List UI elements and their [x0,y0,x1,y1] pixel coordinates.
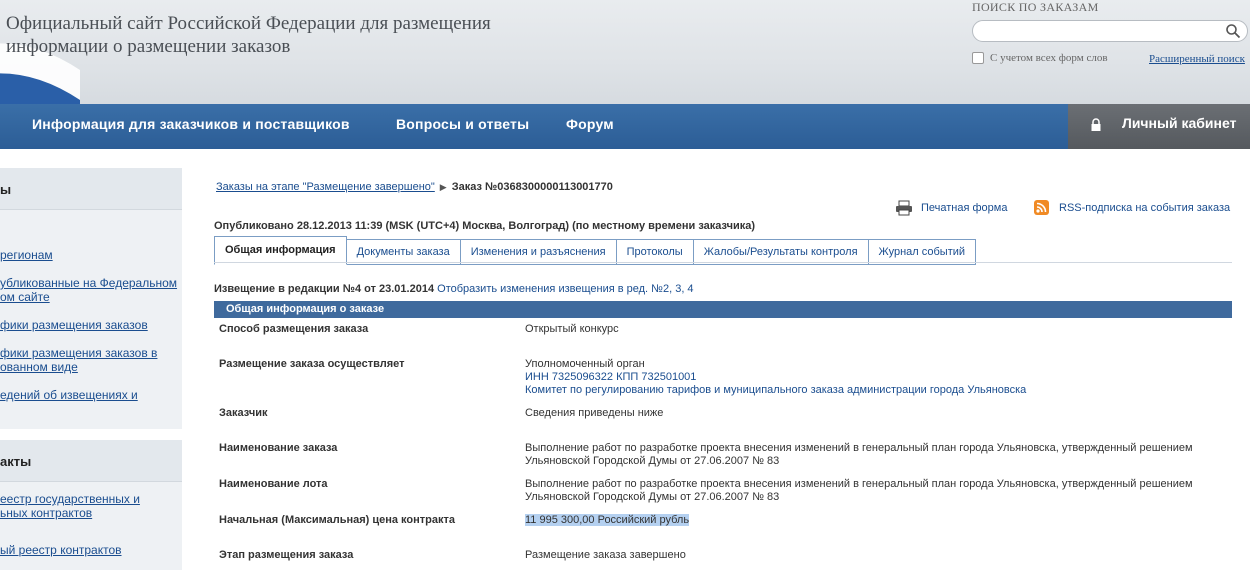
field-label-organizer: Размещение заказа осуществляет [219,358,405,370]
published-date: Опубликовано 28.12.2013 11:39 (MSK (UTC+… [214,220,756,232]
search-title: ПОИСК ПО ЗАКАЗАМ [972,0,1099,14]
nav-item-info[interactable]: Информация для заказчиков и поставщиков [32,104,350,149]
field-value-stage: Размещение заказа завершено [525,549,686,561]
tab-bar: Общая информация Документы заказа Измене… [214,236,977,265]
sidebar-link-schedules[interactable]: фики размещения заказов [0,318,182,332]
edition-changes-link[interactable]: Отобразить изменения извещения в ред. №2… [437,283,693,295]
sidebar-link-contract-registry[interactable]: еестр государственных и ьных контрактов [0,492,182,520]
search-box[interactable] [972,20,1248,42]
breadcrumb-current: Заказ №0368300000113001770 [451,181,613,193]
main-nav: Информация для заказчиков и поставщиков … [0,104,1250,149]
field-value-lot-name: Выполнение работ по разработке проекта в… [525,478,1193,503]
search-icon[interactable] [1225,23,1241,39]
breadcrumb-parent-link[interactable]: Заказы на этапе "Размещение завершено" [216,181,435,193]
field-label-price: Начальная (Максимальная) цена контракта [219,514,456,526]
advanced-search-link[interactable]: Расширенный поиск [1149,53,1245,65]
tabs-divider [214,262,1232,263]
personal-cabinet-button[interactable]: Личный кабинет [1068,104,1250,149]
field-value-order-name: Выполнение работ по разработке проекта в… [525,442,1193,467]
field-label-order-name: Наименование заказа [219,442,338,454]
edition-text: Извещение в редакции №4 от 23.01.2014 [214,283,435,295]
field-value-organizer: Уполномоченный орган ИНН 7325096322 КПП … [525,358,1225,397]
nav-item-faq[interactable]: Вопросы и ответы [396,104,529,149]
rss-subscribe-link[interactable]: RSS-подписка на события заказа [1034,200,1230,215]
print-form-label: Печатная форма [921,202,1008,214]
lock-icon [1091,118,1101,131]
morph-checkbox[interactable] [972,52,984,64]
rss-icon [1034,200,1049,215]
field-label-stage: Этап размещения заказа [219,549,354,561]
section-title: Общая информация о заказе [214,301,1232,318]
sidebar-link-published[interactable]: убликованные на Федеральном ом сайте [0,276,182,304]
morph-label: С учетом всех форм слов [990,52,1108,64]
sidebar-link-regions[interactable]: регионам [0,248,182,262]
edition-info: Извещение в редакции №4 от 23.01.2014 От… [214,283,694,295]
sidebar-link-notices[interactable]: едений об извещениях и [0,388,182,402]
printer-icon [896,200,912,216]
rss-label: RSS-подписка на события заказа [1059,201,1231,214]
site-title: Официальный сайт Российской Федерации дл… [6,13,491,57]
field-value-customer: Сведения приведены ниже [525,407,664,419]
organizer-type: Уполномоченный орган [525,358,645,370]
field-value-method: Открытый конкурс [525,323,619,335]
field-value-price: 11 995 300,00 Российский рубль [525,514,1225,527]
morph-option[interactable]: С учетом всех форм слов [972,52,1108,64]
sidebar-box-title: ы [0,168,182,210]
tab-general-info[interactable]: Общая информация [214,236,347,265]
nav-item-forum[interactable]: Форум [566,104,614,149]
print-form-link[interactable]: Печатная форма [895,200,1007,216]
price-highlight: 11 995 300,00 Российский рубль [525,514,690,526]
organizer-name-link[interactable]: Комитет по регулированию тарифов и муниц… [525,384,1225,397]
breadcrumb-arrow-icon: ▶ [439,182,447,192]
field-label-customer: Заказчик [219,407,268,419]
sidebar-box-title: акты [0,440,182,482]
sidebar-link-registry[interactable]: ый реестр контрактов [0,543,182,557]
field-label-lot-name: Наименование лота [219,478,328,490]
sidebar-box-orders: ы регионам убликованные на Федеральном о… [0,168,182,429]
sidebar-box-contracts: акты еестр государственных и ьных контра… [0,440,182,570]
breadcrumb: Заказы на этапе "Размещение завершено" ▶ З… [216,181,613,193]
organizer-inn-link[interactable]: ИНН 7325096322 КПП 732501001 [525,371,1225,384]
sidebar-link-schedules-structured[interactable]: фики размещения заказов в ованном виде [0,346,182,374]
search-input[interactable] [983,21,1223,41]
personal-cabinet-label: Личный кабинет [1122,115,1237,131]
field-label-method: Способ размещения заказа [219,323,369,335]
site-header: Официальный сайт Российской Федерации дл… [0,0,1250,104]
